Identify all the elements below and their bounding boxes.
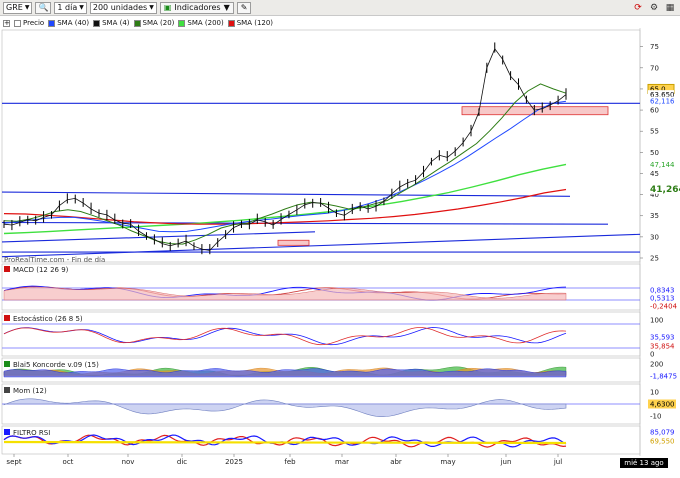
x-tick-label: feb <box>284 458 296 466</box>
panel-title: Estocástico (26 8 5) <box>13 315 83 323</box>
panel-title: Mom (12) <box>13 387 47 395</box>
price-label: 41,264 <box>650 185 680 195</box>
x-tick-label: abr <box>390 458 402 466</box>
panel-title-macd[interactable]: MACD (12 26 9) <box>4 266 69 274</box>
support-zone <box>277 239 310 246</box>
x-tick-label: dic <box>177 458 187 466</box>
x-tick-label: jun <box>500 458 512 466</box>
macd-value-label: 0,5313 <box>650 295 675 303</box>
panel-icon <box>4 266 10 272</box>
macd-value-label: -0,2404 <box>650 303 678 311</box>
price-tick-label: 25 <box>650 255 659 263</box>
mom-axis-label: -10 <box>650 413 661 421</box>
panel-frame-0 <box>1 29 641 263</box>
x-tick-label: may <box>440 458 455 466</box>
panel-frame-1 <box>1 263 641 311</box>
x-tick-label: oct <box>63 458 74 466</box>
panel-title: MACD (12 26 9) <box>13 266 69 274</box>
x-tick-label: nov <box>122 458 135 466</box>
price-tick-label: 60 <box>650 107 659 115</box>
x-tick-label: sept <box>6 458 21 466</box>
mom-value-label: 4,6300 <box>650 401 675 409</box>
macd-value-label: 0,8343 <box>650 287 675 295</box>
date-badge: mié 13 ago 2025 <box>620 458 668 477</box>
stoch-value-label: 35,854 <box>650 343 675 351</box>
stoch-value-label: 35,593 <box>650 334 675 342</box>
stoch-axis-label: 100 <box>650 317 663 325</box>
price-tick-label: 30 <box>650 233 659 241</box>
rsi-value-label: 85,079 <box>650 429 675 437</box>
watermark: ProRealTime.com - Fin de día <box>4 256 105 264</box>
stoch-axis-label: 0 <box>650 351 654 359</box>
panel-icon <box>4 387 10 393</box>
price-tick-label: 70 <box>650 64 659 72</box>
price-label: 47,144 <box>650 161 675 169</box>
blai-axis-label: 200 <box>650 361 663 369</box>
stock-chart[interactable]: 757065605550454035302565,063,65062,11647… <box>0 0 680 468</box>
panel-title-stoch[interactable]: Estocástico (26 8 5) <box>4 315 83 323</box>
rsi-yellow-line <box>3 440 567 445</box>
price-tick-label: 35 <box>650 212 659 220</box>
support-zone <box>461 106 609 116</box>
price-tick-label: 75 <box>650 43 659 51</box>
panel-title-blai[interactable]: Blai5 Koncorde v.09 (15) <box>4 361 99 369</box>
x-tick-label: jul <box>553 458 562 466</box>
x-tick-label: 2025 <box>225 458 243 466</box>
panel-icon <box>4 429 10 435</box>
price-tick-label: 50 <box>650 149 659 157</box>
price-tick-label: 55 <box>650 128 659 136</box>
mom-axis-label: 10 <box>650 389 659 397</box>
panel-icon <box>4 361 10 367</box>
panel-title: FILTRO RSI <box>13 429 50 437</box>
blai-value-label: -1,8475 <box>650 373 677 381</box>
rsi-value-label: 69,550 <box>650 438 675 446</box>
price-tick-label: 45 <box>650 170 659 178</box>
x-tick-label: mar <box>335 458 349 466</box>
panel-title: Blai5 Koncorde v.09 (15) <box>13 361 99 369</box>
price-label: 62,116 <box>650 98 675 106</box>
panel-icon <box>4 315 10 321</box>
